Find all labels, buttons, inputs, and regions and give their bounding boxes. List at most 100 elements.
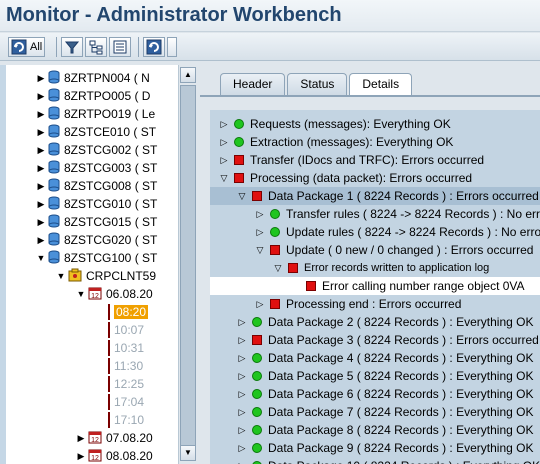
tree-item[interactable]: ▶ 8ZSTCG003 ( ST bbox=[36, 159, 195, 177]
detail-row[interactable]: ▽ Data Package 1 ( 8224 Records ) : Error… bbox=[236, 187, 539, 205]
expand-arrow-icon[interactable]: ▷ bbox=[254, 209, 266, 220]
tree-item[interactable]: ▶ 8ZRTPO005 ( D bbox=[36, 87, 195, 105]
tree-item-label: 08:20 bbox=[114, 305, 149, 319]
expand-arrow-icon[interactable]: ▷ bbox=[236, 407, 248, 418]
tree-item[interactable]: ▶ 8ZRTPO019 ( Le bbox=[36, 105, 195, 123]
collapse-arrow-icon[interactable]: ▽ bbox=[236, 191, 248, 202]
expand-arrow-icon[interactable]: ▶ bbox=[36, 217, 46, 228]
tab-status[interactable]: Status bbox=[287, 73, 348, 95]
detail-row[interactable]: ▷ Extraction (messages): Everything OK bbox=[218, 133, 454, 151]
expand-arrow-icon[interactable]: ▷ bbox=[236, 443, 248, 454]
collapse-arrow-icon[interactable]: ▼ bbox=[36, 253, 46, 263]
detail-row[interactable]: ▷ Data Package 6 ( 8224 Records ) : Every… bbox=[236, 385, 534, 403]
detail-row-label: Data Package 9 ( 8224 Records ) : Everyt… bbox=[268, 441, 534, 455]
tree-item[interactable]: ▶ 8ZSTCG020 ( ST bbox=[36, 231, 195, 249]
detail-row[interactable]: ▷ Transfer (IDocs and TRFC): Errors occur… bbox=[218, 151, 485, 169]
detail-row[interactable]: ▷ Transfer rules ( 8224 -> 8224 Records )… bbox=[254, 205, 540, 223]
scroll-up-arrow[interactable]: ▲ bbox=[180, 67, 196, 83]
tab-header[interactable]: Header bbox=[220, 73, 286, 95]
expand-arrow-icon[interactable]: ▶ bbox=[36, 235, 46, 246]
tree-item-label: 08.08.20 bbox=[106, 449, 153, 463]
status-ok-icon bbox=[252, 371, 262, 381]
detail-row-label: Transfer (IDocs and TRFC): Errors occurr… bbox=[250, 153, 485, 167]
detail-row[interactable]: ▷ Data Package 10 ( 8224 Records ) : Ever… bbox=[236, 457, 540, 464]
expand-arrow-icon[interactable]: ▷ bbox=[236, 335, 248, 346]
detail-row[interactable]: ▽ Update ( 0 new / 0 changed ) : Errors o… bbox=[254, 241, 534, 259]
tree-item[interactable]: ▶ 8ZSTCG008 ( ST bbox=[36, 177, 195, 195]
detail-row[interactable]: ▷ Data Package 4 ( 8224 Records ) : Every… bbox=[236, 349, 534, 367]
hierarchy-button[interactable] bbox=[85, 37, 107, 57]
collapse-arrow-icon[interactable]: ▼ bbox=[56, 271, 66, 281]
expand-arrow-icon[interactable]: ▶ bbox=[36, 199, 46, 210]
tree-item[interactable]: ▶ 8ZRTPN004 ( N bbox=[36, 69, 195, 87]
expand-arrow-icon[interactable]: ▷ bbox=[236, 353, 248, 364]
expand-arrow-icon[interactable]: ▷ bbox=[236, 461, 248, 464]
left-tree-scrollbar[interactable]: ▲ ▼ bbox=[178, 65, 196, 464]
detail-row-label: Data Package 2 ( 8224 Records ) : Everyt… bbox=[268, 315, 534, 329]
tab-details[interactable]: Details bbox=[349, 73, 413, 95]
detail-row-label: Data Package 1 ( 8224 Records ) : Errors… bbox=[268, 189, 539, 203]
status-ok-icon bbox=[252, 317, 262, 327]
detail-row[interactable]: ▷ Update rules ( 8224 -> 8224 Records ) :… bbox=[254, 223, 540, 241]
tree-item[interactable]: ▶ 8ZSTCE010 ( ST bbox=[36, 123, 195, 141]
detail-row[interactable]: ▷ Data Package 8 ( 8224 Records ) : Every… bbox=[236, 421, 534, 439]
tree-item[interactable]: ▼ 8ZSTCG100 ( ST bbox=[36, 249, 195, 267]
detail-row[interactable]: ▷ Data Package 5 ( 8224 Records ) : Every… bbox=[236, 367, 534, 385]
infocube-icon bbox=[48, 70, 60, 83]
expand-arrow-icon[interactable]: ▶ bbox=[76, 433, 86, 444]
window-title: Monitor - Administrator Workbench bbox=[6, 4, 342, 26]
collapse-arrow-icon[interactable]: ▽ bbox=[218, 173, 230, 184]
detail-row[interactable]: Error calling number range object 0VA bbox=[290, 277, 525, 295]
detail-row[interactable]: ▷ Data Package 2 ( 8224 Records ) : Every… bbox=[236, 313, 534, 331]
expand-arrow-icon[interactable]: ▷ bbox=[236, 389, 248, 400]
infocube-icon bbox=[48, 196, 60, 213]
tree-item[interactable]: ▶ 8ZSTCG002 ( ST bbox=[36, 141, 195, 159]
tab-strip: Header Status Details bbox=[220, 73, 414, 95]
expand-arrow-icon[interactable]: ▶ bbox=[36, 145, 46, 156]
tree-item-label: 06.08.20 bbox=[106, 287, 153, 301]
expand-arrow-icon[interactable]: ▷ bbox=[218, 155, 230, 166]
expand-arrow-icon[interactable]: ▷ bbox=[254, 299, 266, 310]
infocube-icon bbox=[48, 232, 60, 245]
tree-item-label: 8ZRTPN004 ( N bbox=[64, 71, 150, 85]
collapse-arrow-icon[interactable]: ▽ bbox=[272, 263, 284, 274]
tree-item-label: 8ZRTPO005 ( D bbox=[64, 89, 151, 103]
tree-item[interactable]: ▼ CRPCLNT59 bbox=[56, 267, 195, 285]
expand-arrow-icon[interactable]: ▷ bbox=[254, 227, 266, 238]
detail-row[interactable]: ▷ Data Package 3 ( 8224 Records ) : Error… bbox=[236, 331, 539, 349]
expand-arrow-icon[interactable]: ▶ bbox=[36, 181, 46, 192]
expand-arrow-icon[interactable]: ▶ bbox=[76, 451, 86, 462]
filter-button[interactable] bbox=[61, 37, 83, 57]
detail-row[interactable]: ▷ Processing end : Errors occurred bbox=[254, 295, 462, 313]
expand-arrow-icon[interactable]: ▷ bbox=[218, 119, 230, 130]
details-list-button[interactable] bbox=[109, 37, 131, 57]
error-status-icon bbox=[108, 304, 110, 320]
refresh-all-button[interactable]: All bbox=[8, 37, 46, 57]
tree-item-label: 8ZSTCG010 ( ST bbox=[64, 197, 158, 211]
infocube-icon bbox=[48, 232, 60, 249]
request-tree: ▶ 8ZRTPN004 ( N ▶ 8ZRTPO005 ( D ▶ 8ZRTPO019 (… bbox=[0, 65, 196, 464]
expand-arrow-icon[interactable]: ▷ bbox=[236, 371, 248, 382]
expand-arrow-icon[interactable]: ▶ bbox=[36, 127, 46, 138]
list-icon bbox=[113, 40, 127, 54]
refresh-button[interactable] bbox=[143, 37, 165, 57]
expand-arrow-icon[interactable]: ▶ bbox=[36, 73, 46, 84]
expand-arrow-icon[interactable]: ▷ bbox=[236, 317, 248, 328]
collapse-arrow-icon[interactable]: ▼ bbox=[76, 289, 86, 299]
expand-arrow-icon[interactable]: ▷ bbox=[218, 137, 230, 148]
detail-row[interactable]: ▽ Error records written to application lo… bbox=[272, 259, 490, 277]
toolbar-overflow-button[interactable] bbox=[167, 37, 177, 57]
expand-arrow-icon[interactable]: ▶ bbox=[36, 109, 46, 120]
detail-row[interactable]: ▷ Data Package 9 ( 8224 Records ) : Every… bbox=[236, 439, 534, 457]
expand-arrow-icon[interactable]: ▶ bbox=[36, 91, 46, 102]
detail-row[interactable]: ▽ Processing (data packet): Errors occurr… bbox=[218, 169, 473, 187]
tree-item[interactable]: ▶ 8ZSTCG010 ( ST bbox=[36, 195, 195, 213]
detail-row[interactable]: ▷ Data Package 7 ( 8224 Records ) : Every… bbox=[236, 403, 534, 421]
expand-arrow-icon[interactable]: ▷ bbox=[236, 425, 248, 436]
collapse-arrow-icon[interactable]: ▽ bbox=[254, 245, 266, 256]
expand-arrow-icon[interactable]: ▶ bbox=[36, 163, 46, 174]
detail-row[interactable]: ▷ Requests (messages): Everything OK bbox=[218, 115, 451, 133]
tree-item[interactable]: ▶ 8ZSTCG015 ( ST bbox=[36, 213, 195, 231]
scroll-thumb[interactable] bbox=[180, 85, 196, 455]
scroll-down-arrow[interactable]: ▼ bbox=[180, 445, 196, 461]
